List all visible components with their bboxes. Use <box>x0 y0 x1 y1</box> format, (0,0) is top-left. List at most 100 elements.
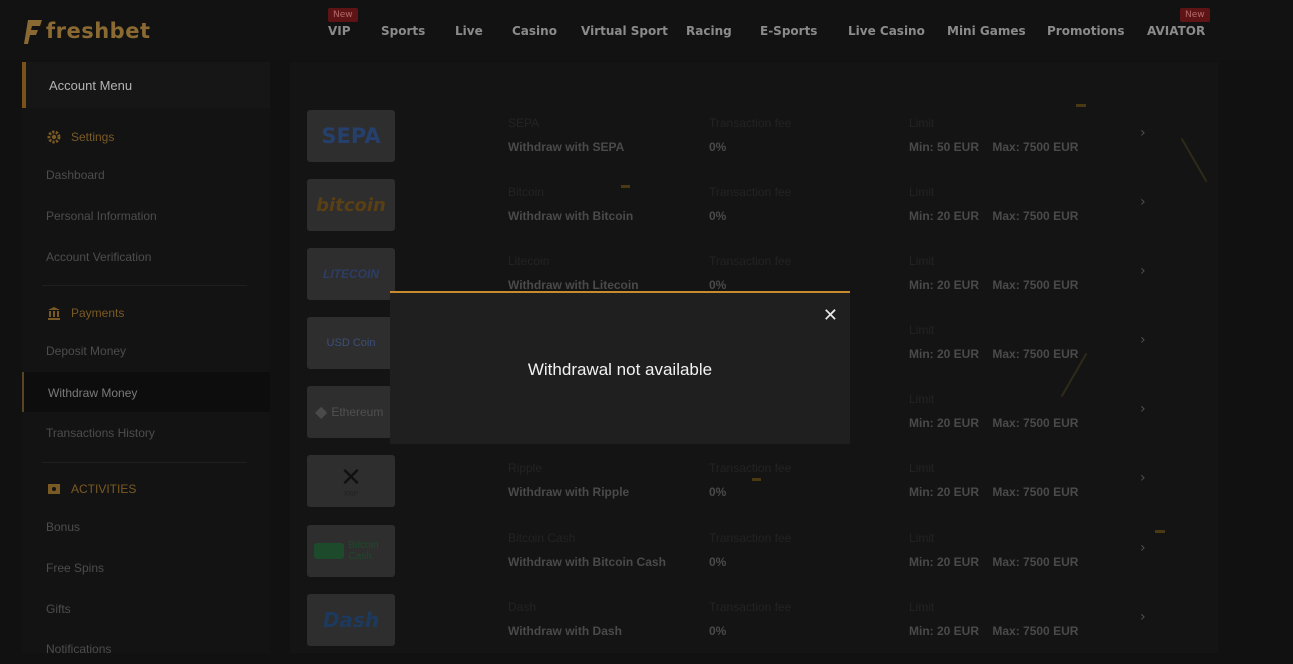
method-row-dash[interactable]: Dash Dash Withdraw with Dash Transaction… <box>290 594 1180 664</box>
bank-icon <box>48 307 60 320</box>
nav-mini-games[interactable]: Mini Games <box>947 24 1026 38</box>
nav-esports[interactable]: E-Sports <box>760 24 817 38</box>
method-name: Litecoin <box>508 254 550 268</box>
limit-label: Limit <box>909 600 935 614</box>
ethereum-icon: ◆ <box>315 404 328 421</box>
limit-label: Limit <box>909 392 935 406</box>
nav-vip[interactable]: New VIP <box>328 8 358 38</box>
logo-flag-icon <box>24 20 42 44</box>
chevron-right-icon: › <box>1140 332 1146 348</box>
fee-label: Transaction fee <box>709 600 792 614</box>
limit-max: Max: 7500 EUR <box>992 209 1079 223</box>
nav-label: VIP <box>328 24 351 38</box>
sidebar-item-personal-information[interactable]: Personal Information <box>46 209 157 223</box>
method-name: Bitcoin Cash <box>508 531 576 545</box>
gear-icon <box>47 130 61 144</box>
account-sidebar: Account Menu Settings Dashboard Personal… <box>22 62 270 656</box>
limit-col: Limit Min: 20 EUR Max: 7500 EUR <box>909 392 1078 430</box>
nav-label: AVIATOR <box>1147 24 1206 38</box>
freshbet-logo[interactable]: freshbet <box>22 18 151 44</box>
fee-col: Transaction fee 0% <box>709 185 791 223</box>
limit-label: Limit <box>909 461 935 475</box>
sepa-logo: SEPA <box>307 110 395 162</box>
limit-min: Min: 20 EUR <box>909 416 980 430</box>
limit-label: Limit <box>909 185 935 199</box>
limit-max: Max: 7500 EUR <box>992 140 1079 154</box>
fee-value: 0% <box>709 624 727 638</box>
limit-max: Max: 7500 EUR <box>992 416 1079 430</box>
method-name-col: Bitcoin Cash Withdraw with Bitcoin Cash <box>508 531 666 569</box>
method-row-sepa[interactable]: SEPA SEPA Withdraw with SEPA Transaction… <box>290 110 1180 180</box>
sidebar-item-dashboard[interactable]: Dashboard <box>46 168 105 182</box>
limit-min: Min: 50 EUR <box>909 140 980 154</box>
ethereum-logo: ◆ Ethereum <box>307 386 395 438</box>
settings-title: Settings <box>71 130 115 144</box>
method-row-bitcoin[interactable]: bitcoin Bitcoin Withdraw with Bitcoin Tr… <box>290 179 1180 249</box>
fee-col: Transaction fee 0% <box>709 116 791 154</box>
fee-col: Transaction fee 0% <box>709 254 791 292</box>
settings-section-title: Settings <box>47 130 114 144</box>
chevron-right-icon: › <box>1140 540 1146 556</box>
limit-min: Min: 20 EUR <box>909 278 980 292</box>
sidebar-item-account-verification[interactable]: Account Verification <box>46 250 151 264</box>
bitcoin-cash-icon <box>313 543 344 559</box>
limit-col: Limit Min: 20 EUR Max: 7500 EUR <box>909 323 1078 361</box>
method-row-ripple[interactable]: ✕ XRP Ripple Withdraw with Ripple Transa… <box>290 455 1180 525</box>
close-icon[interactable]: ✕ <box>823 307 838 325</box>
method-name-col: Bitcoin Withdraw with Bitcoin <box>508 185 633 223</box>
confetti-decoration <box>752 478 761 481</box>
sidebar-item-deposit-money[interactable]: Deposit Money <box>46 344 126 358</box>
logo-text: freshbet <box>46 19 151 43</box>
method-name: Bitcoin <box>508 185 545 199</box>
limit-min: Min: 20 EUR <box>909 624 980 638</box>
limit-col: Limit Min: 20 EUR Max: 7500 EUR <box>909 461 1078 499</box>
sidebar-item-notifications[interactable]: Notifications <box>46 642 111 656</box>
nav-promotions[interactable]: Promotions <box>1047 24 1124 38</box>
xrp-icon: ✕ <box>340 462 362 493</box>
activities-section-title: ACTIVITIES <box>47 482 136 496</box>
sidebar-item-transactions-history[interactable]: Transactions History <box>46 426 155 440</box>
nav-live[interactable]: Live <box>455 24 483 38</box>
nav-racing[interactable]: Racing <box>686 24 732 38</box>
top-header: freshbet New VIP Sports Live Casino Virt… <box>0 0 1293 60</box>
nav-virtual-sport[interactable]: Virtual Sport <box>581 24 668 38</box>
limit-col: Limit Min: 50 EUR Max: 7500 EUR <box>909 116 1078 154</box>
nav-casino[interactable]: Casino <box>512 24 557 38</box>
fee-col: Transaction fee 0% <box>709 600 791 638</box>
method-action: Withdraw with Dash <box>508 624 622 638</box>
confetti-decoration <box>621 185 630 188</box>
method-name: Dash <box>508 600 537 614</box>
dash-logo: Dash <box>307 594 395 646</box>
chevron-right-icon: › <box>1140 609 1146 625</box>
nav-sports[interactable]: Sports <box>381 24 425 38</box>
sidebar-item-gifts[interactable]: Gifts <box>46 602 71 616</box>
limit-col: Limit Min: 20 EUR Max: 7500 EUR <box>909 600 1078 638</box>
xrp-logo: ✕ XRP <box>307 455 395 507</box>
confetti-decoration <box>1076 104 1086 107</box>
limit-min: Min: 20 EUR <box>909 485 980 499</box>
limit-label: Limit <box>909 531 935 545</box>
limit-label: Limit <box>909 116 935 130</box>
chevron-right-icon: › <box>1140 125 1146 141</box>
payments-title: Payments <box>71 306 125 320</box>
method-action: Withdraw with SEPA <box>508 140 625 154</box>
fee-value: 0% <box>709 140 727 154</box>
method-action: Withdraw with Bitcoin <box>508 209 634 223</box>
limit-min: Min: 20 EUR <box>909 347 980 361</box>
method-name-col: Dash Withdraw with Dash <box>508 600 622 638</box>
method-row-bitcoin-cash[interactable]: Bitcoin Cash Bitcoin Cash Withdraw with … <box>290 525 1180 595</box>
fee-value: 0% <box>709 485 727 499</box>
fee-value: 0% <box>709 209 727 223</box>
nav-live-casino[interactable]: Live Casino <box>848 24 925 38</box>
limit-max: Max: 7500 EUR <box>992 624 1079 638</box>
fee-value: 0% <box>709 555 727 569</box>
modal-message: Withdrawal not available <box>527 360 713 379</box>
confetti-decoration <box>1155 530 1165 533</box>
limit-min: Min: 20 EUR <box>909 209 980 223</box>
sidebar-item-bonus[interactable]: Bonus <box>46 520 80 534</box>
sidebar-item-withdraw-money[interactable]: Withdraw Money <box>22 372 270 412</box>
account-menu-title: Account Menu <box>49 78 133 93</box>
limit-max: Max: 7500 EUR <box>992 278 1079 292</box>
nav-aviator[interactable]: New AVIATOR <box>1147 8 1210 38</box>
sidebar-item-free-spins[interactable]: Free Spins <box>46 561 104 575</box>
